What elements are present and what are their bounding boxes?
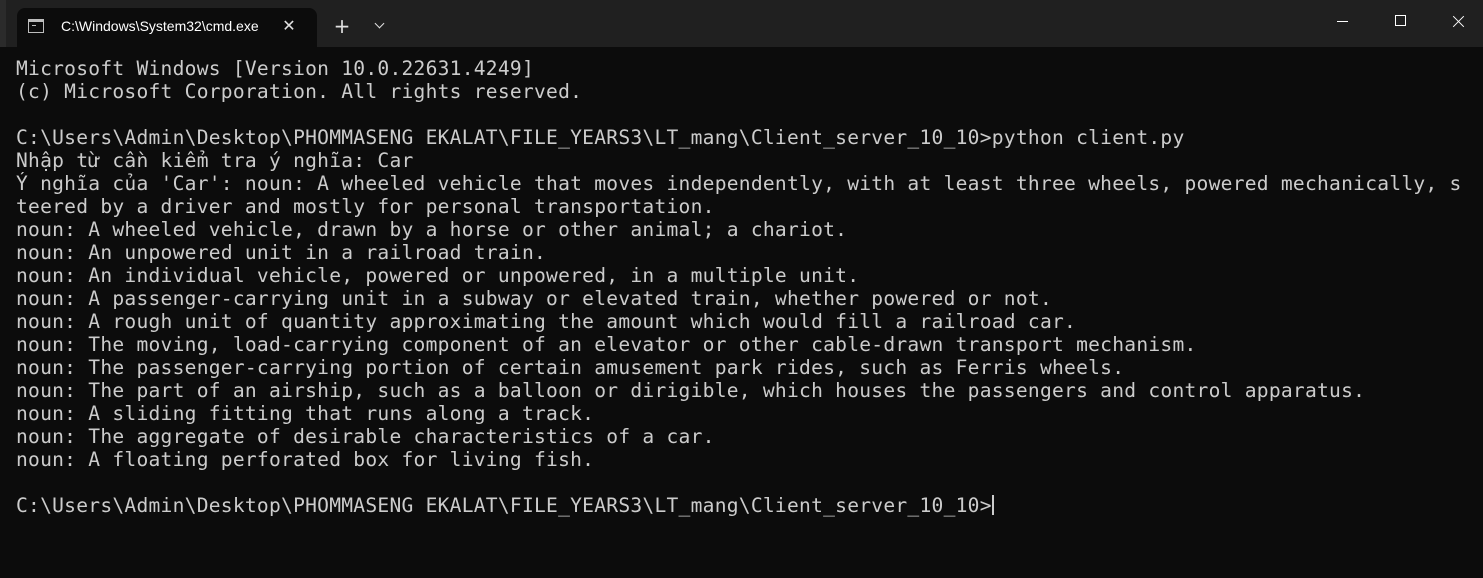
maximize-icon[interactable] [1371, 0, 1429, 44]
prompt-line[interactable]: C:\Users\Admin\Desktop\PHOMMASENG EKALAT… [16, 494, 1466, 517]
new-tab-button[interactable]: + [331, 15, 353, 37]
tab-title: C:\Windows\System32\cmd.exe [61, 18, 259, 34]
console-line: noun: The moving, load-carrying componen… [16, 333, 1197, 356]
console-line: Ý nghĩa của 'Car': noun: A wheeled vehic… [16, 172, 1462, 195]
console-line: C:\Users\Admin\Desktop\PHOMMASENG EKALAT… [16, 126, 1185, 149]
console-line: noun: An individual vehicle, powered or … [16, 264, 860, 287]
minimize-icon[interactable] [1313, 0, 1371, 44]
console-line: Microsoft Windows [Version 10.0.22631.42… [16, 57, 534, 80]
text-cursor [991, 495, 994, 515]
chevron-down-icon[interactable] [369, 17, 391, 37]
console-line: noun: The passenger-carrying portion of … [16, 356, 1125, 379]
terminal-window: C:\Windows\System32\cmd.exe ✕ + Microsof… [0, 0, 1483, 578]
console-line: (c) Microsoft Corporation. All rights re… [16, 80, 583, 103]
window-close-icon[interactable] [1429, 0, 1483, 44]
command-prompt: C:\Users\Admin\Desktop\PHOMMASENG EKALAT… [16, 494, 992, 517]
console-line: noun: A sliding fitting that runs along … [16, 402, 595, 425]
close-icon[interactable]: ✕ [279, 16, 299, 36]
window-edge [0, 0, 6, 47]
console-line: noun: An unpowered unit in a railroad tr… [16, 241, 547, 264]
console-line: noun: The aggregate of desirable charact… [16, 425, 715, 448]
console-line: teered by a driver and mostly for person… [16, 195, 715, 218]
console-line: noun: The part of an airship, such as a … [16, 379, 1366, 402]
console-line: noun: A rough unit of quantity approxima… [16, 310, 1077, 333]
tab-cmd[interactable]: C:\Windows\System32\cmd.exe ✕ [17, 8, 317, 47]
console-output[interactable]: Microsoft Windows [Version 10.0.22631.42… [16, 57, 1466, 517]
title-bar[interactable]: C:\Windows\System32\cmd.exe ✕ + [0, 0, 1483, 47]
console-line: Nhập từ cần kiểm tra ý nghĩa: Car [16, 149, 414, 172]
cmd-icon [28, 19, 44, 33]
console-line: noun: A wheeled vehicle, drawn by a hors… [16, 218, 848, 241]
console-line: noun: A passenger-carrying unit in a sub… [16, 287, 1052, 310]
console-line: noun: A floating perforated box for livi… [16, 448, 595, 471]
